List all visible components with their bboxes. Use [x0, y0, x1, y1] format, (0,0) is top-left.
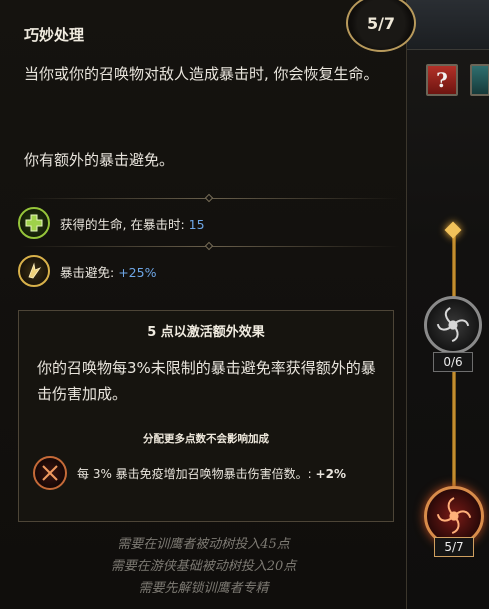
stat-label: 获得的生命, 在暴击时:	[60, 216, 185, 232]
passive-node-locked[interactable]	[424, 296, 482, 354]
crossed-daggers-icon	[33, 456, 67, 490]
effect-label: 每 3% 暴击免疫增加召唤物暴击伤害倍数。:	[77, 466, 312, 481]
skill-description-secondary: 你有额外的暴击避免。	[24, 151, 175, 169]
requirement-line: 需要先解锁训鹰者专精	[138, 581, 269, 596]
top-bar	[405, 0, 489, 50]
node-progress-label-selected: 5/7	[434, 537, 474, 557]
help-label: ?	[436, 68, 448, 92]
requirement-line: 需要在游侠基础被动树投入20点	[110, 559, 297, 574]
stat-value: +25%	[118, 264, 157, 280]
skill-tooltip: 巧妙处理 当你或你的召唤物对敌人造成暴击时, 你会恢复生命。 你有额外的暴击避免…	[0, 0, 407, 609]
tree-connector-bottom	[452, 372, 456, 490]
panel-toggle-button[interactable]	[470, 64, 489, 96]
divider	[20, 241, 400, 251]
help-button[interactable]: ?	[426, 64, 458, 96]
stat-label: 暴击避免:	[60, 264, 115, 280]
stat-value: 15	[188, 216, 205, 232]
node-progress-label: 0/6	[433, 352, 473, 372]
divider	[20, 193, 400, 203]
effect-value: +2%	[315, 466, 346, 481]
swirl-icon	[436, 307, 470, 343]
requirement-line: 需要在训鹰者被动树投入45点	[117, 537, 290, 552]
bonus-title: 5 点以激活额外效果	[147, 325, 265, 340]
skill-description: 当你或你的召唤物对敌人造成暴击时, 你会恢复生命。	[24, 65, 379, 83]
skill-title: 巧妙处理	[24, 26, 85, 44]
stat-row-life: 获得的生命, 在暴击时: 15	[18, 207, 205, 239]
dodge-icon	[18, 255, 50, 287]
flame-swirl-icon	[436, 497, 472, 535]
bonus-effect-row: 每 3% 暴击免疫增加召唤物暴击伤害倍数。: +2%	[33, 455, 346, 491]
bonus-effect-panel: 5 点以激活额外效果 你的召唤物每3%未限制的暴击避免率获得额外的暴击伤害加成。…	[18, 310, 394, 522]
stat-row-crit-avoid: 暴击避免: +25%	[18, 255, 156, 287]
bonus-description: 你的召唤物每3%未限制的暴击避免率获得额外的暴击伤害加成。	[37, 359, 376, 403]
green-cross-icon	[18, 207, 50, 239]
bonus-note: 分配更多点数不会影响加成	[143, 433, 269, 445]
